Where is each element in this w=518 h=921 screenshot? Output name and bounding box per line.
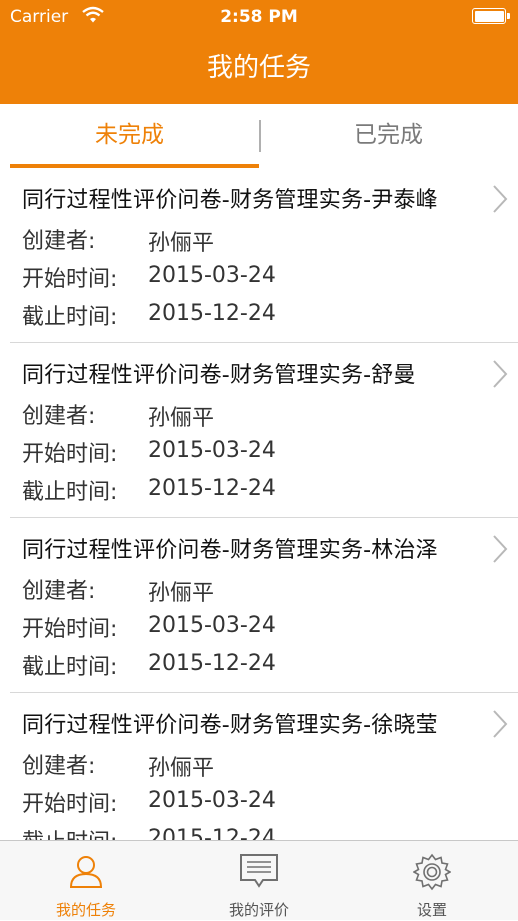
creator-row: 创建者: 孙俪平 [22,398,214,431]
task-title: 同行过程性评价问卷-财务管理实务-舒曼 [22,363,416,388]
tabbar-label: 我的评价 [228,901,289,919]
deadline-label: 截止时间: [22,480,118,505]
creator-label: 创建者: [22,579,96,604]
start-label: 开始时间: [22,617,118,642]
tabbar-label: 我的任务 [55,901,116,919]
person-icon [69,856,103,888]
task-item[interactable]: 同行过程性评价问卷-财务管理实务-尹泰峰 创建者: 孙俪平 开始时间: 2015-0… [10,168,518,343]
battery-tip [507,13,510,19]
creator-label: 创建者: [22,404,96,429]
navigation-header: Carrier 2:58 PM 我的任务 [0,0,518,104]
chevron-right-icon [493,185,508,213]
creator-value: 孙俪平 [148,231,215,256]
start-row: 开始时间: 2015-03-24 [22,611,276,643]
task-item[interactable]: 同行过程性评价问卷-财务管理实务-舒曼 创建者: 孙俪平 开始时间: 2015-03… [10,343,518,518]
start-label: 开始时间: [22,442,118,467]
start-value: 2015-03-24 [148,263,276,288]
start-label: 开始时间: [22,792,118,817]
deadline-value: 2015-12-24 [148,826,276,840]
creator-label: 创建者: [22,229,96,254]
deadline-row: 截止时间: 2015-12-24 [22,474,276,506]
start-label: 开始时间: [22,267,118,292]
deadline-row: 截止时间: 2015-12-24 [22,649,276,681]
task-item[interactable]: 同行过程性评价问卷-财务管理实务-林治泽 创建者: 孙俪平 开始时间: 2015-0… [10,518,518,693]
deadline-value: 2015-12-24 [148,651,276,676]
deadline-label: 截止时间: [22,655,118,680]
deadline-row: 截止时间: 2015-12-24 [22,299,276,331]
start-row: 开始时间: 2015-03-24 [22,786,276,818]
creator-row: 创建者: 孙俪平 [22,573,214,606]
task-title: 同行过程性评价问卷-财务管理实务-徐晓莹 [22,713,438,738]
creator-row: 创建者: 孙俪平 [22,748,214,781]
tabbar-my-tasks[interactable]: 我的任务 [0,841,172,921]
chevron-right-icon [493,360,508,388]
creator-value: 孙俪平 [148,581,215,606]
start-row: 开始时间: 2015-03-24 [22,436,276,468]
deadline-row: 截止时间: 2015-12-24 [22,824,276,840]
start-row: 开始时间: 2015-03-24 [22,261,276,293]
start-value: 2015-03-24 [148,438,276,463]
chevron-right-icon [493,535,508,563]
creator-label: 创建者: [22,754,96,779]
tab-pending[interactable]: 未完成 [0,104,259,168]
deadline-label: 截止时间: [22,305,118,330]
creator-value: 孙俪平 [148,756,215,781]
task-list: 同行过程性评价问卷-财务管理实务-尹泰峰 创建者: 孙俪平 开始时间: 2015-0… [0,168,518,840]
tabbar-my-reviews[interactable]: 我的评价 [173,841,345,921]
creator-value: 孙俪平 [148,406,215,431]
chevron-right-icon [493,710,508,738]
start-value: 2015-03-24 [148,788,276,813]
deadline-value: 2015-12-24 [148,301,276,326]
page-title: 我的任务 [206,53,311,83]
task-title: 同行过程性评价问卷-财务管理实务-尹泰峰 [22,188,438,213]
tab-done[interactable]: 已完成 [259,104,518,168]
bottom-tab-bar: 我的任务 我的评价 设置 [0,840,518,920]
tabbar-settings[interactable]: 设置 [346,841,518,921]
creator-row: 创建者: 孙俪平 [22,223,214,256]
task-title: 同行过程性评价问卷-财务管理实务-林治泽 [22,538,438,563]
status-bar: Carrier 2:58 PM [0,0,518,34]
message-icon [240,854,278,888]
task-item[interactable]: 同行过程性评价问卷-财务管理实务-徐晓莹 创建者: 孙俪平 开始时间: 2015-0… [10,693,518,840]
status-time: 2:58 PM [220,7,298,27]
deadline-value: 2015-12-24 [148,476,276,501]
tabbar-label: 设置 [416,901,447,919]
deadline-label: 截止时间: [22,830,117,840]
start-value: 2015-03-24 [148,613,276,638]
segmented-tabs: 未完成 已完成 [0,104,518,170]
battery-icon [472,8,506,24]
gear-icon [413,853,451,891]
